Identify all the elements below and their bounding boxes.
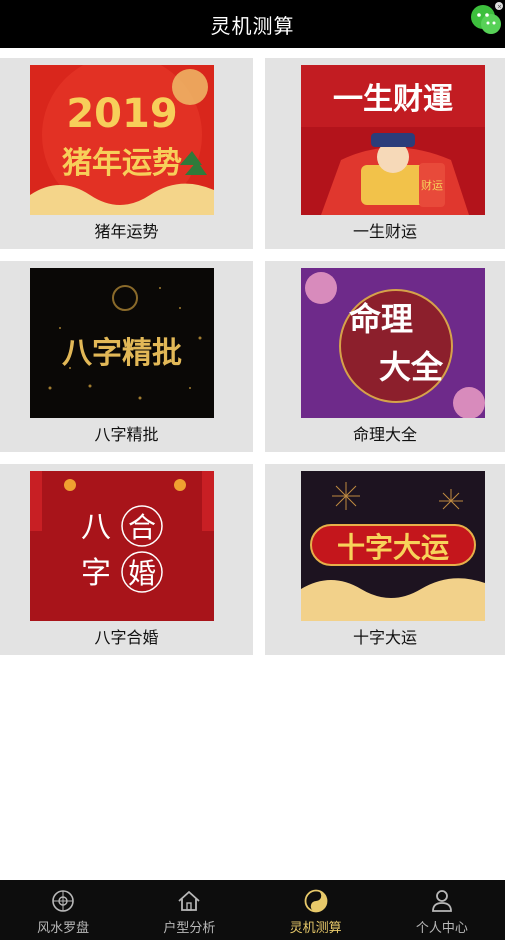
card-label: 八字合婚 <box>94 628 159 647</box>
marriage-red-image: 八 合 字 婚 <box>30 471 214 621</box>
bottom-tab-bar: 风水罗盘 户型分析 灵机测算 个人中心 <box>0 880 505 940</box>
card-ten-year-luck[interactable]: 十字大运 十字大运 <box>265 464 505 655</box>
bazi-gold-image: 八字精批 <box>30 268 214 418</box>
art-title-text: 十字大运 <box>337 531 449 564</box>
art-scroll-text: 财运 <box>421 178 443 192</box>
card-label: 命理大全 <box>352 425 417 444</box>
pig-year-banner-image: 2019 猪年运势 <box>30 65 214 215</box>
page-title: 灵机测算 <box>210 13 295 38</box>
compass-icon <box>52 890 74 912</box>
house-icon <box>178 891 200 911</box>
card-bazi-reading[interactable]: 八字精批 八字精批 <box>0 261 253 452</box>
wechat-icon[interactable]: × <box>469 0 505 40</box>
card-bazi-marriage[interactable]: 八 合 字 婚 八字合婚 <box>0 464 253 655</box>
tab-label: 风水罗盘 <box>37 921 90 936</box>
tab-label: 灵机测算 <box>289 921 342 936</box>
taiji-icon <box>304 889 328 913</box>
card-destiny-compendium[interactable]: 命理 大全 命理大全 <box>265 261 505 452</box>
art-year-text: 2019 <box>66 91 177 137</box>
art-title-text-2: 大全 <box>379 348 444 386</box>
top-bar: 灵机测算 × <box>0 0 505 48</box>
tab-floorplan[interactable]: 户型分析 <box>126 880 252 940</box>
art-title-text: 猪年运势 <box>62 146 182 181</box>
tab-fortune[interactable]: 灵机测算 <box>253 880 379 940</box>
card-label: 一生财运 <box>352 222 417 241</box>
tab-label: 户型分析 <box>163 921 216 936</box>
service-grid: 2019 猪年运势 猪年运势 财运 一生财運 一生财运 八字精批 八字精批 命理… <box>0 58 505 655</box>
art-title-text: 八字精批 <box>62 336 182 371</box>
art-title-text-1: 命理 <box>349 300 413 338</box>
card-pig-year-fortune[interactable]: 2019 猪年运势 猪年运势 <box>0 58 253 249</box>
tab-label: 个人中心 <box>415 921 468 936</box>
card-lifetime-wealth[interactable]: 财运 一生财運 一生财运 <box>265 58 505 249</box>
art-char-2: 合 <box>128 511 156 544</box>
art-char-1: 八 <box>81 510 111 545</box>
art-char-3: 字 <box>81 556 111 591</box>
art-title-text: 一生财運 <box>333 82 453 117</box>
app-root: 灵机测算 × 2019 猪年运势 猪年运势 财运 一生财運 一生财运 八字精批 … <box>0 0 505 940</box>
tab-profile[interactable]: 个人中心 <box>379 880 505 940</box>
tab-compass[interactable]: 风水罗盘 <box>0 880 126 940</box>
art-char-4: 婚 <box>128 557 156 590</box>
card-label: 十字大运 <box>352 628 417 647</box>
svg-text:×: × <box>497 4 502 11</box>
wealth-god-image: 财运 一生财運 <box>301 65 485 215</box>
destiny-purple-image: 命理 大全 <box>301 268 485 418</box>
card-label: 八字精批 <box>94 425 159 444</box>
person-icon <box>431 890 452 912</box>
luck-fireworks-image: 十字大运 <box>301 471 485 621</box>
card-label: 猪年运势 <box>94 222 159 241</box>
